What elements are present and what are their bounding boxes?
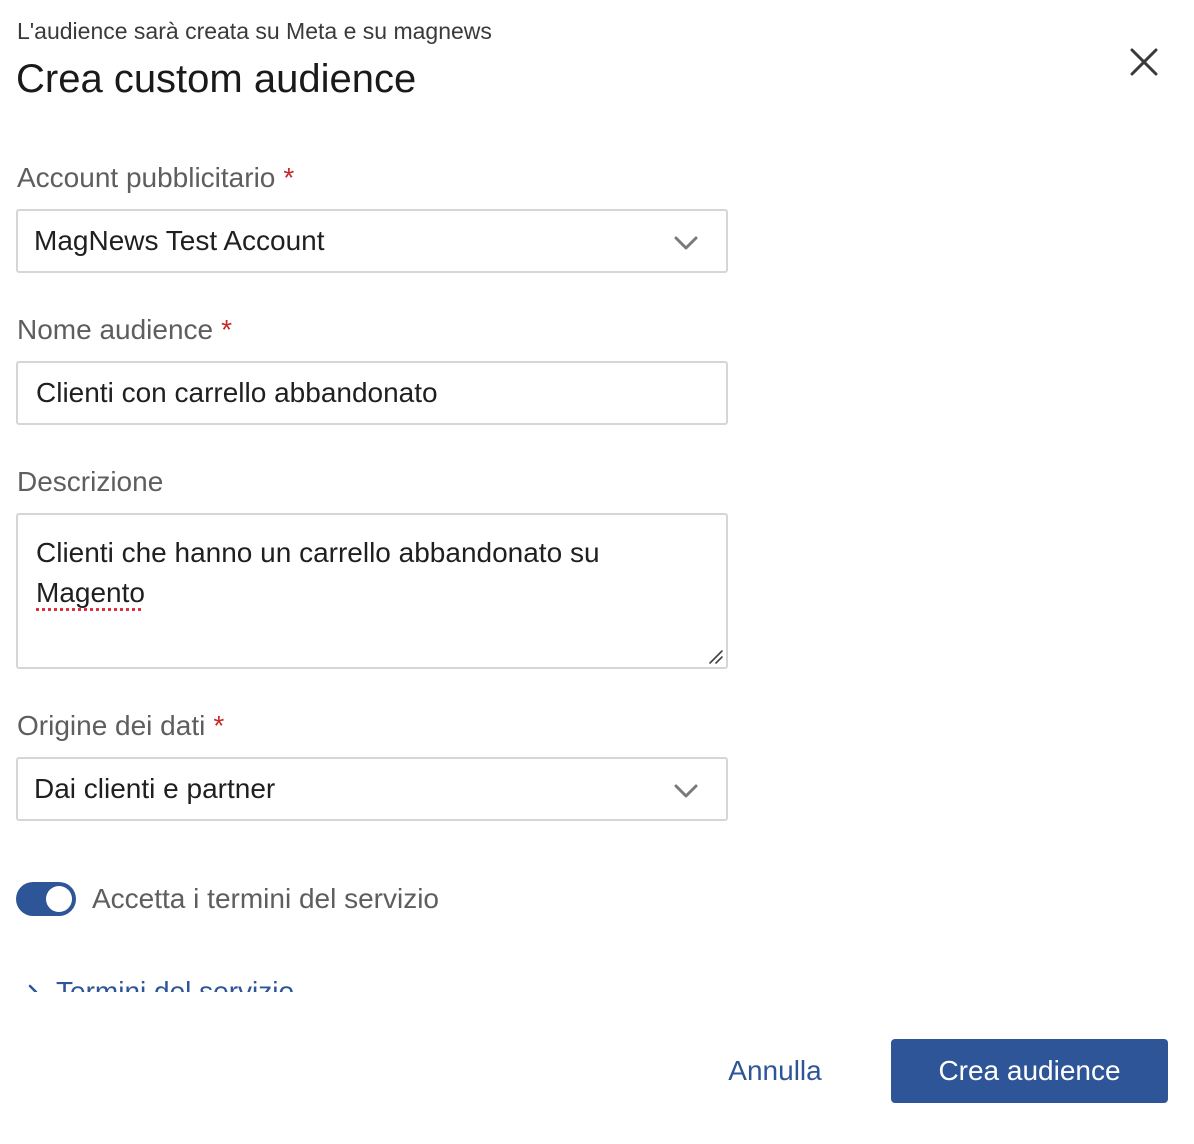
chevron-down-icon [674,236,698,250]
create-audience-button[interactable]: Crea audience [891,1039,1168,1103]
terms-toggle-row: Accetta i termini del servizio [16,882,439,916]
description-line-1: Clienti che hanno un carrello abbandonat… [36,537,600,568]
create-audience-dialog: L'audience sarà creata su Meta e su magn… [0,0,1194,1144]
terms-section: Termini del servizio [24,968,294,992]
required-mark: * [221,314,233,345]
audience-name-input[interactable]: Clienti con carrello abbandonato [16,361,728,425]
terms-link-label: Termini del servizio [56,976,295,992]
ad-account-value: MagNews Test Account [34,225,325,256]
terms-link[interactable]: Termini del servizio [24,974,294,992]
required-mark: * [283,162,295,193]
toggle-knob [46,886,72,912]
terms-toggle[interactable] [16,882,76,916]
chevron-right-icon [28,984,38,992]
dialog-subtitle: L'audience sarà creata su Meta e su magn… [17,18,492,44]
required-mark: * [213,710,225,741]
terms-toggle-label: Accetta i termini del servizio [92,883,440,914]
close-icon [1130,48,1158,76]
cancel-button[interactable]: Annulla [712,1040,838,1102]
data-origin-select[interactable]: Dai clienti e partner [16,757,728,821]
audience-name-value: Clienti con carrello abbandonato [36,377,438,408]
ad-account-select[interactable]: MagNews Test Account [16,209,728,273]
resize-handle-icon[interactable] [706,647,724,665]
description-line-2: Magento [36,577,145,608]
data-origin-value: Dai clienti e partner [34,773,276,804]
ad-account-label: Account pubblicitario * [17,162,295,193]
close-button[interactable] [1120,38,1168,86]
chevron-down-icon [674,784,698,798]
dialog-title: Crea custom audience [16,57,417,101]
data-origin-label: Origine dei dati * [17,710,225,741]
audience-name-label: Nome audience * [17,314,233,345]
description-value: Clienti che hanno un carrello abbandonat… [36,533,708,613]
description-textarea[interactable]: Clienti che hanno un carrello abbandonat… [16,513,728,669]
description-label: Descrizione [17,466,164,497]
